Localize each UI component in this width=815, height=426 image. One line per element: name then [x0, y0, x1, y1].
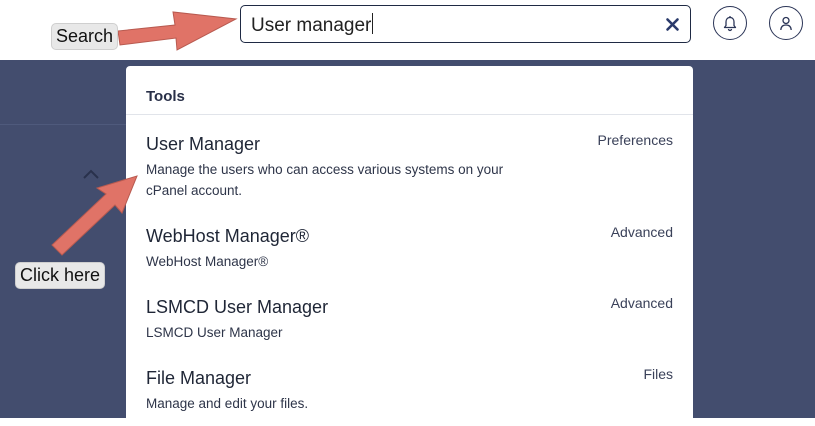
bell-icon	[723, 15, 737, 31]
click-here-callout: Click here	[15, 262, 106, 289]
result-description: WebHost Manager®	[146, 254, 269, 269]
result-item-lsmcd-user-manager[interactable]: LSMCD User Manager LSMCD User Manager Ad…	[126, 287, 693, 347]
result-category: Files	[643, 366, 673, 382]
account-button[interactable]	[769, 6, 803, 40]
result-item-file-manager[interactable]: File Manager Manage and edit your files.…	[126, 358, 693, 418]
result-title[interactable]: User Manager	[146, 134, 260, 155]
result-category: Advanced	[610, 295, 673, 311]
chevron-up-icon[interactable]	[82, 168, 100, 180]
result-description: Manage the users who can access various …	[146, 162, 504, 198]
close-icon[interactable]	[665, 17, 680, 32]
background-divider	[0, 124, 128, 125]
text-caret	[372, 13, 374, 34]
notifications-button[interactable]	[713, 6, 747, 40]
user-icon	[780, 16, 792, 30]
results-section-title: Tools	[146, 88, 185, 105]
result-description: Manage and edit your files.	[146, 396, 309, 411]
result-item-user-manager[interactable]: User Manager Manage the users who can ac…	[126, 126, 693, 206]
result-description: LSMCD User Manager	[146, 325, 283, 340]
results-section-header: Tools	[126, 66, 693, 115]
search-input[interactable]: User manager	[240, 5, 691, 43]
result-category: Preferences	[597, 132, 673, 148]
result-item-webhost-manager[interactable]: WebHost Manager® WebHost Manager® Advanc…	[126, 216, 693, 276]
result-title[interactable]: WebHost Manager®	[146, 226, 309, 247]
search-input-value[interactable]: User manager	[251, 13, 374, 37]
search-callout: Search	[51, 23, 119, 50]
search-results-dropdown: Tools User Manager Manage the users who …	[126, 66, 693, 426]
result-title[interactable]: File Manager	[146, 368, 251, 389]
result-category: Advanced	[610, 224, 673, 240]
result-title[interactable]: LSMCD User Manager	[146, 297, 328, 318]
